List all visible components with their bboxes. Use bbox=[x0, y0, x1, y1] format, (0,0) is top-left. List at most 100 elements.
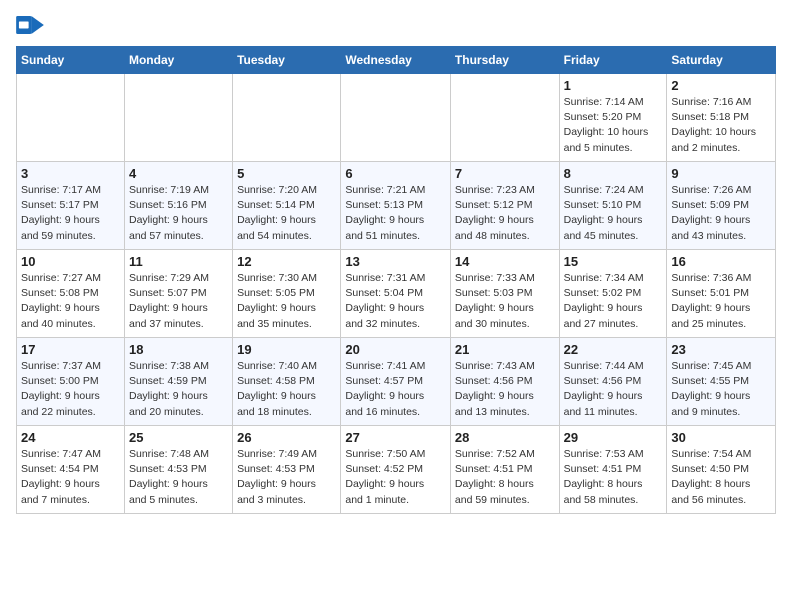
weekday-header: Thursday bbox=[450, 47, 559, 74]
calendar-cell bbox=[341, 74, 451, 162]
day-number: 24 bbox=[21, 430, 120, 445]
calendar-row: 10 Sunrise: 7:27 AM Sunset: 5:08 PM Dayli… bbox=[17, 250, 776, 338]
calendar-cell: 23 Sunrise: 7:45 AM Sunset: 4:55 PM Dayli… bbox=[667, 338, 776, 426]
day-info: Sunrise: 7:45 AM Sunset: 4:55 PM Dayligh… bbox=[671, 359, 771, 420]
day-number: 28 bbox=[455, 430, 555, 445]
day-info: Sunrise: 7:52 AM Sunset: 4:51 PM Dayligh… bbox=[455, 447, 555, 508]
day-number: 19 bbox=[237, 342, 336, 357]
day-info: Sunrise: 7:14 AM Sunset: 5:20 PM Dayligh… bbox=[564, 95, 663, 156]
calendar-cell: 2 Sunrise: 7:16 AM Sunset: 5:18 PM Daylig… bbox=[667, 74, 776, 162]
calendar-cell: 9Sunrise: 7:26 AM Sunset: 5:09 PM Daylig… bbox=[667, 162, 776, 250]
calendar-cell: 8 Sunrise: 7:24 AM Sunset: 5:10 PM Daylig… bbox=[559, 162, 667, 250]
calendar-cell: 7 Sunrise: 7:23 AM Sunset: 5:12 PM Daylig… bbox=[450, 162, 559, 250]
day-number: 9 bbox=[671, 166, 771, 181]
day-info: Sunrise: 7:49 AM Sunset: 4:53 PM Dayligh… bbox=[237, 447, 336, 508]
day-info: Sunrise: 7:36 AM Sunset: 5:01 PM Dayligh… bbox=[671, 271, 771, 332]
weekday-header: Friday bbox=[559, 47, 667, 74]
weekday-header-row: SundayMondayTuesdayWednesdayThursdayFrid… bbox=[17, 47, 776, 74]
day-info: Sunrise: 7:24 AM Sunset: 5:10 PM Dayligh… bbox=[564, 183, 663, 244]
day-info: Sunrise: 7:37 AM Sunset: 5:00 PM Dayligh… bbox=[21, 359, 120, 420]
day-info: Sunrise: 7:31 AM Sunset: 5:04 PM Dayligh… bbox=[345, 271, 446, 332]
day-number: 10 bbox=[21, 254, 120, 269]
day-info: Sunrise: 7:21 AM Sunset: 5:13 PM Dayligh… bbox=[345, 183, 446, 244]
calendar-cell: 21 Sunrise: 7:43 AM Sunset: 4:56 PM Dayli… bbox=[450, 338, 559, 426]
calendar-cell: 16 Sunrise: 7:36 AM Sunset: 5:01 PM Dayli… bbox=[667, 250, 776, 338]
day-number: 27 bbox=[345, 430, 446, 445]
calendar-cell: 12 Sunrise: 7:30 AM Sunset: 5:05 PM Dayli… bbox=[233, 250, 341, 338]
day-number: 25 bbox=[129, 430, 228, 445]
calendar-cell: 10 Sunrise: 7:27 AM Sunset: 5:08 PM Dayli… bbox=[17, 250, 125, 338]
calendar-cell: 1 Sunrise: 7:14 AM Sunset: 5:20 PM Daylig… bbox=[559, 74, 667, 162]
day-info: Sunrise: 7:34 AM Sunset: 5:02 PM Dayligh… bbox=[564, 271, 663, 332]
day-number: 17 bbox=[21, 342, 120, 357]
calendar-row: 1 Sunrise: 7:14 AM Sunset: 5:20 PM Daylig… bbox=[17, 74, 776, 162]
day-info: Sunrise: 7:20 AM Sunset: 5:14 PM Dayligh… bbox=[237, 183, 336, 244]
day-number: 11 bbox=[129, 254, 228, 269]
calendar-cell: 13 Sunrise: 7:31 AM Sunset: 5:04 PM Dayli… bbox=[341, 250, 451, 338]
calendar-cell: 18Sunrise: 7:38 AM Sunset: 4:59 PM Dayli… bbox=[124, 338, 232, 426]
day-info: Sunrise: 7:38 AM Sunset: 4:59 PM Dayligh… bbox=[129, 359, 228, 420]
calendar-cell: 3 Sunrise: 7:17 AM Sunset: 5:17 PM Daylig… bbox=[17, 162, 125, 250]
day-info: Sunrise: 7:43 AM Sunset: 4:56 PM Dayligh… bbox=[455, 359, 555, 420]
day-info: Sunrise: 7:40 AM Sunset: 4:58 PM Dayligh… bbox=[237, 359, 336, 420]
day-number: 8 bbox=[564, 166, 663, 181]
calendar-cell: 29 Sunrise: 7:53 AM Sunset: 4:51 PM Dayli… bbox=[559, 426, 667, 514]
calendar-cell: 11Sunrise: 7:29 AM Sunset: 5:07 PM Dayli… bbox=[124, 250, 232, 338]
day-number: 20 bbox=[345, 342, 446, 357]
calendar-cell: 19 Sunrise: 7:40 AM Sunset: 4:58 PM Dayli… bbox=[233, 338, 341, 426]
calendar-cell: 20 Sunrise: 7:41 AM Sunset: 4:57 PM Dayli… bbox=[341, 338, 451, 426]
day-number: 3 bbox=[21, 166, 120, 181]
day-number: 13 bbox=[345, 254, 446, 269]
day-info: Sunrise: 7:27 AM Sunset: 5:08 PM Dayligh… bbox=[21, 271, 120, 332]
calendar-cell bbox=[17, 74, 125, 162]
calendar-cell: 5 Sunrise: 7:20 AM Sunset: 5:14 PM Daylig… bbox=[233, 162, 341, 250]
weekday-header: Monday bbox=[124, 47, 232, 74]
day-number: 2 bbox=[671, 78, 771, 93]
day-number: 15 bbox=[564, 254, 663, 269]
calendar-row: 17 Sunrise: 7:37 AM Sunset: 5:00 PM Dayli… bbox=[17, 338, 776, 426]
weekday-header: Sunday bbox=[17, 47, 125, 74]
day-number: 22 bbox=[564, 342, 663, 357]
day-info: Sunrise: 7:23 AM Sunset: 5:12 PM Dayligh… bbox=[455, 183, 555, 244]
day-number: 1 bbox=[564, 78, 663, 93]
day-info: Sunrise: 7:54 AM Sunset: 4:50 PM Dayligh… bbox=[671, 447, 771, 508]
calendar-cell bbox=[450, 74, 559, 162]
calendar-cell bbox=[233, 74, 341, 162]
calendar-cell: 4 Sunrise: 7:19 AM Sunset: 5:16 PM Daylig… bbox=[124, 162, 232, 250]
day-info: Sunrise: 7:41 AM Sunset: 4:57 PM Dayligh… bbox=[345, 359, 446, 420]
day-info: Sunrise: 7:47 AM Sunset: 4:54 PM Dayligh… bbox=[21, 447, 120, 508]
logo-icon bbox=[16, 16, 44, 34]
calendar-cell: 14Sunrise: 7:33 AM Sunset: 5:03 PM Dayli… bbox=[450, 250, 559, 338]
day-number: 7 bbox=[455, 166, 555, 181]
calendar-cell: 30Sunrise: 7:54 AM Sunset: 4:50 PM Dayli… bbox=[667, 426, 776, 514]
calendar-cell: 25 Sunrise: 7:48 AM Sunset: 4:53 PM Dayli… bbox=[124, 426, 232, 514]
day-info: Sunrise: 7:30 AM Sunset: 5:05 PM Dayligh… bbox=[237, 271, 336, 332]
calendar-cell: 28 Sunrise: 7:52 AM Sunset: 4:51 PM Dayli… bbox=[450, 426, 559, 514]
day-number: 23 bbox=[671, 342, 771, 357]
day-number: 5 bbox=[237, 166, 336, 181]
day-info: Sunrise: 7:53 AM Sunset: 4:51 PM Dayligh… bbox=[564, 447, 663, 508]
day-number: 16 bbox=[671, 254, 771, 269]
day-number: 21 bbox=[455, 342, 555, 357]
calendar-cell bbox=[124, 74, 232, 162]
day-number: 12 bbox=[237, 254, 336, 269]
calendar-cell: 27Sunrise: 7:50 AM Sunset: 4:52 PM Dayli… bbox=[341, 426, 451, 514]
weekday-header: Wednesday bbox=[341, 47, 451, 74]
day-info: Sunrise: 7:17 AM Sunset: 5:17 PM Dayligh… bbox=[21, 183, 120, 244]
day-info: Sunrise: 7:48 AM Sunset: 4:53 PM Dayligh… bbox=[129, 447, 228, 508]
day-number: 4 bbox=[129, 166, 228, 181]
calendar-cell: 15 Sunrise: 7:34 AM Sunset: 5:02 PM Dayli… bbox=[559, 250, 667, 338]
calendar-table: SundayMondayTuesdayWednesdayThursdayFrid… bbox=[16, 46, 776, 514]
logo bbox=[16, 16, 44, 36]
calendar-row: 24 Sunrise: 7:47 AM Sunset: 4:54 PM Dayli… bbox=[17, 426, 776, 514]
day-info: Sunrise: 7:33 AM Sunset: 5:03 PM Dayligh… bbox=[455, 271, 555, 332]
day-info: Sunrise: 7:16 AM Sunset: 5:18 PM Dayligh… bbox=[671, 95, 771, 156]
weekday-header: Saturday bbox=[667, 47, 776, 74]
calendar-row: 3 Sunrise: 7:17 AM Sunset: 5:17 PM Daylig… bbox=[17, 162, 776, 250]
page-header bbox=[16, 16, 776, 36]
day-number: 26 bbox=[237, 430, 336, 445]
calendar-cell: 17 Sunrise: 7:37 AM Sunset: 5:00 PM Dayli… bbox=[17, 338, 125, 426]
day-number: 29 bbox=[564, 430, 663, 445]
day-info: Sunrise: 7:44 AM Sunset: 4:56 PM Dayligh… bbox=[564, 359, 663, 420]
day-info: Sunrise: 7:19 AM Sunset: 5:16 PM Dayligh… bbox=[129, 183, 228, 244]
